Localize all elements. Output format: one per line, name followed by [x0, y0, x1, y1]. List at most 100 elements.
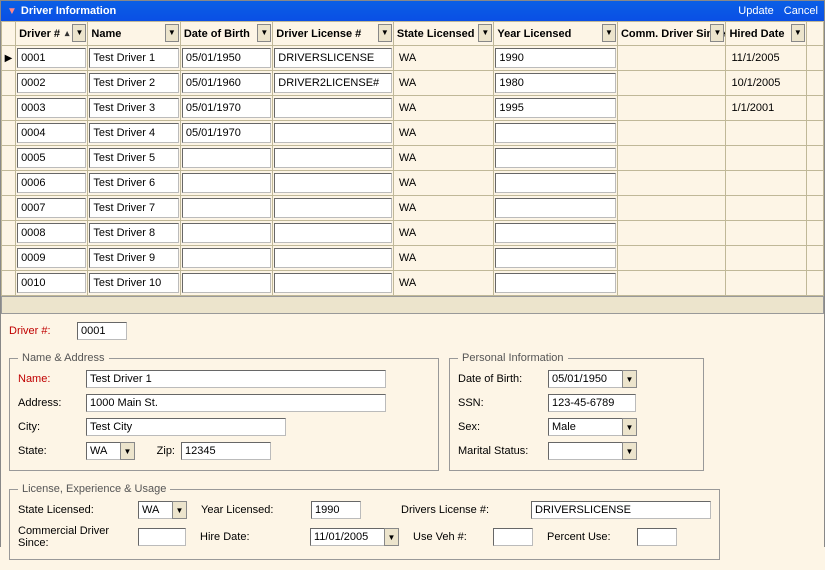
filter-dropdown-icon[interactable]: ▼ — [710, 24, 724, 42]
pct-use-field[interactable] — [637, 528, 677, 546]
year-input[interactable] — [495, 123, 616, 143]
state-cell[interactable]: WA — [393, 221, 493, 246]
table-row[interactable]: ▶ WA 11/1/2005 — [2, 46, 824, 71]
hire-date-field[interactable] — [310, 528, 384, 546]
ssn-field[interactable] — [548, 394, 636, 412]
name-input[interactable] — [89, 98, 178, 118]
table-row[interactable]: WA — [2, 246, 824, 271]
driver-no-input[interactable] — [17, 198, 86, 218]
state-field[interactable] — [86, 442, 120, 460]
cancel-button[interactable]: Cancel — [784, 5, 818, 17]
address-field[interactable] — [86, 394, 386, 412]
name-input[interactable] — [89, 48, 178, 68]
filter-dropdown-icon[interactable]: ▼ — [791, 24, 805, 42]
hired-cell[interactable] — [726, 271, 806, 296]
filter-dropdown-icon[interactable]: ▼ — [602, 24, 616, 42]
header-year[interactable]: Year Licensed ▼ — [494, 22, 618, 46]
driver-no-input[interactable] — [17, 123, 86, 143]
dob-input[interactable] — [182, 223, 271, 243]
row-selector[interactable]: ▶ — [2, 46, 16, 71]
dob-input[interactable] — [182, 248, 271, 268]
header-comm[interactable]: Comm. Driver Since ▼ — [617, 22, 726, 46]
chevron-down-icon[interactable]: ▼ — [622, 370, 637, 388]
license-input[interactable] — [274, 123, 392, 143]
comm-cell[interactable] — [617, 46, 726, 71]
license-input[interactable] — [274, 173, 392, 193]
marital-field[interactable] — [548, 442, 622, 460]
hired-cell[interactable] — [726, 221, 806, 246]
row-selector[interactable] — [2, 96, 16, 121]
name-input[interactable] — [89, 248, 178, 268]
state-cell[interactable]: WA — [393, 96, 493, 121]
name-input[interactable] — [89, 173, 178, 193]
driver-no-input[interactable] — [17, 73, 86, 93]
table-row[interactable]: WA10/1/2005 — [2, 71, 824, 96]
year-input[interactable] — [495, 173, 616, 193]
header-driver-no[interactable]: Driver # ▴ ▼ — [16, 22, 88, 46]
driver-grid[interactable]: Driver # ▴ ▼ Name ▼ Date of Birth ▼ Driv… — [1, 21, 824, 296]
table-row[interactable]: WA — [2, 146, 824, 171]
comm-cell[interactable] — [617, 271, 726, 296]
year-input[interactable] — [495, 98, 616, 118]
state-cell[interactable]: WA — [393, 196, 493, 221]
state-cell[interactable]: WA — [393, 271, 493, 296]
dob-input[interactable] — [182, 148, 271, 168]
zip-field[interactable] — [181, 442, 271, 460]
header-license[interactable]: Driver License # ▼ — [273, 22, 394, 46]
year-input[interactable] — [495, 198, 616, 218]
header-hired[interactable]: Hired Date ▼ — [726, 22, 806, 46]
name-input[interactable] — [89, 273, 178, 293]
dob-input[interactable] — [182, 198, 271, 218]
row-selector[interactable] — [2, 196, 16, 221]
state-cell[interactable]: WA — [393, 46, 493, 71]
license-input[interactable] — [274, 223, 392, 243]
row-selector[interactable] — [2, 146, 16, 171]
year-input[interactable] — [495, 73, 616, 93]
license-input[interactable] — [274, 98, 392, 118]
comm-cell[interactable] — [617, 71, 726, 96]
header-dob[interactable]: Date of Birth ▼ — [180, 22, 272, 46]
header-state[interactable]: State Licensed ▼ — [393, 22, 493, 46]
year-input[interactable] — [495, 223, 616, 243]
dob-input[interactable] — [182, 173, 271, 193]
driver-no-input[interactable] — [17, 223, 86, 243]
chevron-down-icon[interactable]: ▼ — [622, 442, 637, 460]
year-input[interactable] — [495, 148, 616, 168]
comm-cell[interactable] — [617, 196, 726, 221]
comm-cell[interactable] — [617, 171, 726, 196]
table-row[interactable]: WA — [2, 171, 824, 196]
table-row[interactable]: WA — [2, 221, 824, 246]
collapse-icon[interactable]: ▼ — [7, 6, 17, 17]
header-name[interactable]: Name ▼ — [88, 22, 180, 46]
dob-input[interactable] — [182, 273, 271, 293]
dob-input[interactable] — [182, 98, 271, 118]
driver-no-input[interactable] — [17, 98, 86, 118]
name-input[interactable] — [89, 223, 178, 243]
license-input[interactable] — [274, 73, 392, 93]
name-input[interactable] — [89, 198, 178, 218]
state-cell[interactable]: WA — [393, 121, 493, 146]
filter-dropdown-icon[interactable]: ▼ — [478, 24, 492, 42]
chevron-down-icon[interactable]: ▼ — [120, 442, 135, 460]
update-button[interactable]: Update — [738, 5, 773, 17]
hired-cell[interactable]: 10/1/2005 — [726, 71, 806, 96]
driver-no-input[interactable] — [17, 173, 86, 193]
row-selector[interactable] — [2, 171, 16, 196]
dob-field[interactable] — [548, 370, 622, 388]
year-licensed-field[interactable] — [311, 501, 361, 519]
hired-cell[interactable] — [726, 196, 806, 221]
comm-cell[interactable] — [617, 146, 726, 171]
table-row[interactable]: WA — [2, 121, 824, 146]
chevron-down-icon[interactable]: ▼ — [384, 528, 399, 546]
horizontal-scrollbar[interactable] — [1, 296, 824, 314]
hired-cell[interactable]: 11/1/2005 — [726, 46, 806, 71]
year-input[interactable] — [495, 273, 616, 293]
use-veh-field[interactable] — [493, 528, 533, 546]
name-input[interactable] — [89, 148, 178, 168]
row-selector[interactable] — [2, 271, 16, 296]
hired-cell[interactable] — [726, 171, 806, 196]
driver-no-field[interactable] — [77, 322, 127, 340]
name-input[interactable] — [89, 73, 178, 93]
dln-field[interactable] — [531, 501, 711, 519]
hired-cell[interactable] — [726, 146, 806, 171]
